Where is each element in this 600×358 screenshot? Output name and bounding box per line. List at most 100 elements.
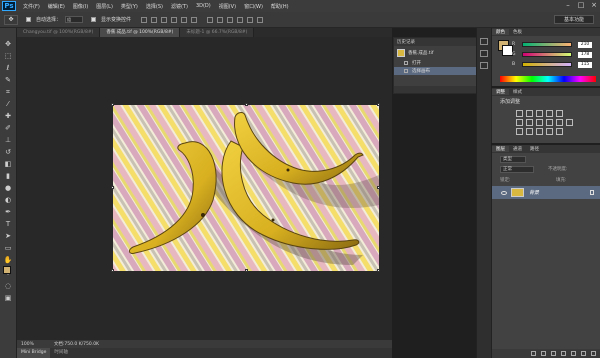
auto-select-checkbox[interactable] — [26, 17, 31, 22]
distribute-hcenter-icon[interactable] — [247, 16, 254, 23]
canvas-area[interactable] — [17, 37, 392, 340]
tab-paths[interactable]: 路径 — [526, 146, 543, 152]
invert-icon[interactable] — [516, 128, 523, 135]
black-white-icon[interactable] — [536, 119, 543, 126]
tab-timeline[interactable]: 时间轴 — [50, 348, 72, 358]
stamp-tool-icon[interactable]: ⊥ — [3, 136, 13, 145]
distribute-top-icon[interactable] — [207, 16, 214, 23]
red-value-field[interactable]: 210 — [578, 41, 592, 48]
history-panel-icon[interactable] — [480, 38, 488, 45]
levels-icon[interactable] — [526, 110, 533, 117]
align-left-icon[interactable] — [171, 16, 178, 23]
auto-select-dropdown[interactable]: 组 — [65, 16, 84, 23]
history-snapshot[interactable]: 香蕉.成品.tif — [394, 47, 476, 58]
maximize-button[interactable]: □ — [577, 1, 585, 9]
align-hcenter-icon[interactable] — [181, 16, 188, 23]
brush-panel-icon[interactable] — [480, 62, 488, 69]
dodge-tool-icon[interactable]: ◐ — [3, 196, 13, 205]
layer-row-background[interactable]: 背景 — [492, 186, 600, 199]
brightness-icon[interactable] — [516, 110, 523, 117]
eraser-tool-icon[interactable]: ◧ — [3, 160, 13, 169]
link-layers-icon[interactable] — [531, 351, 536, 356]
green-slider[interactable] — [522, 52, 572, 57]
tab-history[interactable]: 历史记录 — [397, 39, 415, 45]
show-transform-checkbox[interactable] — [91, 17, 97, 22]
shape-tool-icon[interactable]: ▭ — [3, 244, 13, 253]
tab-banana[interactable]: 香蕉.成品.tif @ 100%(RGB/8#) — [100, 28, 181, 37]
align-right-icon[interactable] — [191, 16, 198, 23]
gradient-tool-icon[interactable]: ▮ — [3, 172, 13, 181]
transform-handle-bm[interactable] — [245, 269, 248, 272]
align-top-icon[interactable] — [141, 16, 148, 23]
menu-edit[interactable]: 编辑(E) — [48, 3, 65, 10]
distribute-left-icon[interactable] — [237, 16, 244, 23]
zoom-level[interactable]: 100% — [21, 342, 34, 347]
move-tool-icon[interactable]: ✥ — [4, 14, 18, 25]
layer-name[interactable]: 背景 — [529, 189, 539, 196]
menu-layer[interactable]: 图层(L) — [96, 3, 113, 10]
threshold-icon[interactable] — [536, 128, 543, 135]
transform-handle-tl[interactable] — [111, 103, 114, 106]
color-lookup-icon[interactable] — [566, 119, 573, 126]
brush-tool-icon[interactable]: ✐ — [3, 124, 13, 133]
document-image[interactable] — [113, 105, 379, 271]
transform-handle-ml[interactable] — [111, 186, 114, 189]
menu-help[interactable]: 帮助(H) — [271, 3, 289, 10]
photo-filter-icon[interactable] — [546, 119, 553, 126]
crop-tool-icon[interactable]: ⌗ — [3, 88, 13, 97]
align-bottom-icon[interactable] — [161, 16, 168, 23]
red-slider[interactable] — [522, 42, 572, 47]
tab-styles[interactable]: 样式 — [509, 89, 526, 95]
blend-mode-dropdown[interactable]: 正常 — [500, 166, 534, 173]
distribute-vcenter-icon[interactable] — [217, 16, 224, 23]
tab-untitled[interactable]: 未标题-1 @ 66.7%(RGB/8#) — [180, 28, 255, 37]
posterize-icon[interactable] — [526, 128, 533, 135]
quick-select-tool-icon[interactable]: ✎ — [3, 76, 13, 85]
history-item-selected[interactable]: 选择画布 — [394, 67, 476, 75]
close-button[interactable]: × — [590, 1, 598, 9]
blur-tool-icon[interactable]: ● — [3, 184, 13, 193]
menu-view[interactable]: 视图(V) — [219, 3, 236, 10]
gradient-map-icon[interactable] — [546, 128, 553, 135]
tab-changyou[interactable]: Changyou.tif @ 100%(RGB/8#) — [17, 28, 101, 37]
add-mask-icon[interactable] — [551, 351, 556, 356]
screen-mode-icon[interactable]: ▣ — [3, 294, 13, 303]
marquee-tool-icon[interactable]: ⬚ — [3, 52, 13, 61]
document-info[interactable]: 文档:750.0 K/750.0K — [54, 341, 99, 347]
exposure-icon[interactable] — [546, 110, 553, 117]
tab-channels[interactable]: 通道 — [509, 146, 526, 152]
quick-mask-icon[interactable]: ◌ — [3, 282, 13, 291]
transform-handle-tm[interactable] — [245, 103, 248, 106]
delete-layer-icon[interactable] — [591, 351, 596, 356]
new-layer-icon[interactable] — [581, 351, 586, 356]
selective-color-icon[interactable] — [556, 128, 563, 135]
tab-swatches[interactable]: 色板 — [509, 29, 526, 35]
blue-slider[interactable] — [522, 62, 572, 67]
hue-saturation-icon[interactable] — [516, 119, 523, 126]
distribute-bottom-icon[interactable] — [227, 16, 234, 23]
history-item[interactable]: 打开 — [394, 59, 476, 67]
distribute-right-icon[interactable] — [257, 16, 264, 23]
properties-panel-icon[interactable] — [480, 50, 488, 57]
menu-3d[interactable]: 3D(D) — [196, 3, 211, 9]
eyedropper-tool-icon[interactable]: ⁄ — [3, 100, 13, 109]
tab-mini-bridge[interactable]: Mini Bridge — [17, 348, 51, 358]
tab-adjustments[interactable]: 调整 — [492, 89, 509, 95]
layer-style-icon[interactable] — [541, 351, 546, 356]
minimize-button[interactable]: – — [564, 1, 572, 9]
transform-handle-bl[interactable] — [111, 269, 114, 272]
pen-tool-icon[interactable]: ✒ — [3, 208, 13, 217]
channel-mixer-icon[interactable] — [556, 119, 563, 126]
layer-kind-filter[interactable]: 类型 — [500, 156, 526, 163]
hand-tool-icon[interactable]: ✋ — [3, 256, 13, 265]
menu-filter[interactable]: 滤镜(T) — [171, 3, 188, 10]
vibrance-icon[interactable] — [556, 110, 563, 117]
menu-file[interactable]: 文件(F) — [23, 3, 40, 10]
color-balance-icon[interactable] — [526, 119, 533, 126]
menu-type[interactable]: 类型(Y) — [121, 3, 138, 10]
transform-handle-br[interactable] — [377, 269, 380, 272]
color-spectrum-bar[interactable] — [500, 76, 596, 82]
blue-value-field[interactable]: 115 — [578, 61, 592, 68]
transform-handle-mr[interactable] — [377, 186, 380, 189]
visibility-eye-icon[interactable] — [501, 190, 507, 195]
